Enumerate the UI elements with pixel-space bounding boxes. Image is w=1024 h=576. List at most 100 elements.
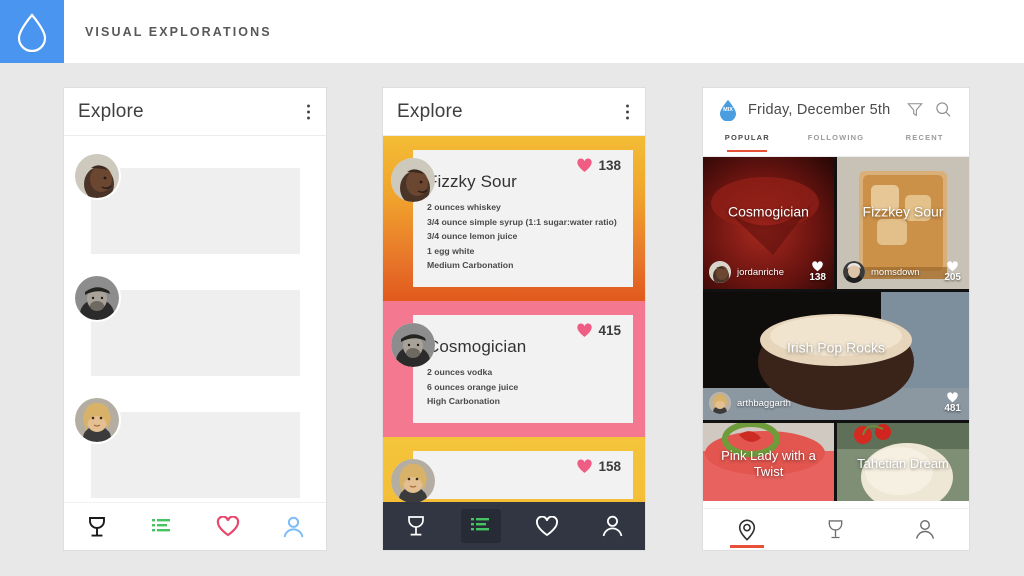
droplet-mix-logo: MIX — [717, 99, 739, 122]
heart-icon — [577, 158, 593, 172]
heart-icon — [535, 515, 558, 536]
drink-tile[interactable]: Irish Pop Rocks arthbaggarth 481 — [703, 292, 969, 420]
drink-title: Fizzkey Sour — [862, 203, 944, 220]
avatar — [391, 158, 435, 202]
like-value: 158 — [598, 458, 621, 474]
like-value: 205 — [944, 272, 961, 283]
list-item[interactable] — [64, 154, 326, 254]
drink-title: Cosmogician — [728, 203, 809, 220]
like-value: 415 — [598, 323, 621, 339]
content-placeholder — [91, 412, 300, 498]
phone3-grid: Cosmogician jordanriche 138 Fizzkey Sour… — [703, 157, 969, 501]
grid-row: Cosmogician jordanriche 138 Fizzkey Sour… — [703, 157, 969, 289]
like-count[interactable]: 138 — [809, 261, 826, 283]
avatar — [75, 154, 119, 198]
drink-tile[interactable]: Fizzkey Sour momsdown 205 — [837, 157, 969, 289]
water-droplet-icon — [0, 0, 64, 63]
ingredient: 1 egg white — [427, 245, 475, 256]
phone2-bottom-nav — [383, 502, 645, 550]
phone2-title: Explore — [397, 100, 463, 122]
person-icon — [915, 520, 934, 539]
nav-favorites[interactable] — [527, 509, 567, 543]
heart-icon — [577, 323, 593, 337]
ingredient: High Carbonation — [427, 396, 500, 407]
phone1-content — [64, 154, 326, 520]
svg-text:MIX: MIX — [723, 106, 733, 112]
like-count[interactable]: 415 — [576, 323, 621, 338]
recipe-card[interactable]: 415 Cosmogician 2 ounces vodka 6 ounces … — [383, 301, 645, 437]
avatar — [391, 458, 435, 502]
like-count[interactable]: 205 — [944, 261, 961, 283]
heart-icon — [216, 516, 239, 537]
header-date: Friday, December 5th — [748, 101, 891, 118]
phone-mockup-grid: MIX Friday, December 5th POPULAR FOLLOWI… — [703, 88, 969, 550]
heart-icon — [812, 261, 823, 272]
content-placeholder — [91, 290, 300, 376]
nav-drinks[interactable] — [812, 510, 860, 550]
list-icon — [152, 518, 171, 531]
tab-following[interactable]: FOLLOWING — [792, 131, 881, 156]
list-icon — [471, 518, 490, 531]
drink-tile[interactable]: Tahetian Dream — [837, 423, 969, 501]
drink-title: Irish Pop Rocks — [786, 339, 886, 356]
person-icon — [283, 516, 304, 537]
ingredient: 2 ounces whiskey — [427, 202, 501, 212]
list-item[interactable] — [64, 398, 326, 498]
like-count[interactable]: 481 — [944, 392, 961, 414]
tab-popular[interactable]: POPULAR — [703, 131, 792, 156]
phone3-header: MIX Friday, December 5th — [703, 88, 969, 131]
like-count[interactable]: 138 — [576, 158, 621, 173]
username: arthbaggarth — [737, 397, 791, 409]
tile-footer: momsdown 205 — [843, 261, 961, 283]
avatar — [75, 276, 119, 320]
drink-tile[interactable]: Pink Lady with a Twist — [703, 423, 834, 501]
heart-icon — [577, 459, 593, 473]
avatar — [391, 323, 435, 368]
nav-recipes[interactable] — [461, 509, 502, 543]
nav-favorites[interactable] — [202, 507, 254, 547]
nav-profile[interactable] — [901, 510, 949, 550]
content-placeholder — [91, 168, 300, 254]
ingredient: Medium Carbonation — [427, 260, 514, 271]
avatar — [709, 392, 731, 414]
nav-nearby[interactable] — [723, 510, 771, 550]
recipe-title: Fizzky Sour — [427, 172, 517, 191]
tab-recent[interactable]: RECENT — [880, 131, 969, 156]
phone2-titlebar: Explore — [383, 88, 645, 136]
filter-icon[interactable] — [903, 98, 927, 122]
phone1-titlebar: Explore — [64, 88, 326, 136]
phone2-feed: 138 Fizzky Sour 2 ounces whiskey 3/4 oun… — [383, 136, 645, 502]
goblet-icon — [829, 520, 843, 539]
nav-recipes[interactable] — [136, 507, 188, 547]
recipe-body: 158 — [413, 450, 633, 499]
username: momsdown — [871, 266, 920, 278]
like-value: 481 — [944, 403, 961, 414]
search-icon[interactable] — [931, 98, 955, 122]
recipe-body: 415 Cosmogician 2 ounces vodka 6 ounces … — [413, 315, 633, 423]
recipe-body: 138 Fizzky Sour 2 ounces whiskey 3/4 oun… — [413, 150, 633, 288]
heart-icon — [947, 261, 958, 272]
avatar — [75, 398, 119, 442]
recipe-card[interactable]: 158 — [383, 436, 645, 502]
nav-profile[interactable] — [267, 507, 319, 547]
tile-footer: jordanriche 138 — [709, 261, 826, 283]
phone3-tabs: POPULAR FOLLOWING RECENT — [703, 131, 969, 157]
nav-drinks[interactable] — [396, 509, 436, 543]
goblet-icon — [88, 516, 105, 537]
kebab-menu-icon[interactable] — [307, 104, 310, 119]
grid-row: Pink Lady with a Twist Tahetian Dream — [703, 423, 969, 501]
like-count[interactable]: 158 — [576, 459, 621, 474]
phone1-title: Explore — [78, 100, 144, 122]
phone3-bottom-nav — [703, 508, 969, 550]
drink-tile[interactable]: Cosmogician jordanriche 138 — [703, 157, 834, 289]
nav-profile[interactable] — [592, 509, 632, 543]
list-item[interactable] — [64, 276, 326, 376]
avatar — [709, 261, 731, 283]
username: jordanriche — [737, 266, 784, 278]
phone-mockup-feed: Explore 138 Fizzky Sour 2 ounces whiskey… — [383, 88, 645, 550]
recipe-card[interactable]: 138 Fizzky Sour 2 ounces whiskey 3/4 oun… — [383, 136, 645, 302]
ingredient: 3/4 ounce simple syrup (1:1 sugar:water … — [427, 216, 617, 227]
nav-drinks[interactable] — [71, 507, 123, 547]
drink-title: Pink Lady with a Twist — [721, 447, 816, 479]
kebab-menu-icon[interactable] — [626, 104, 629, 119]
